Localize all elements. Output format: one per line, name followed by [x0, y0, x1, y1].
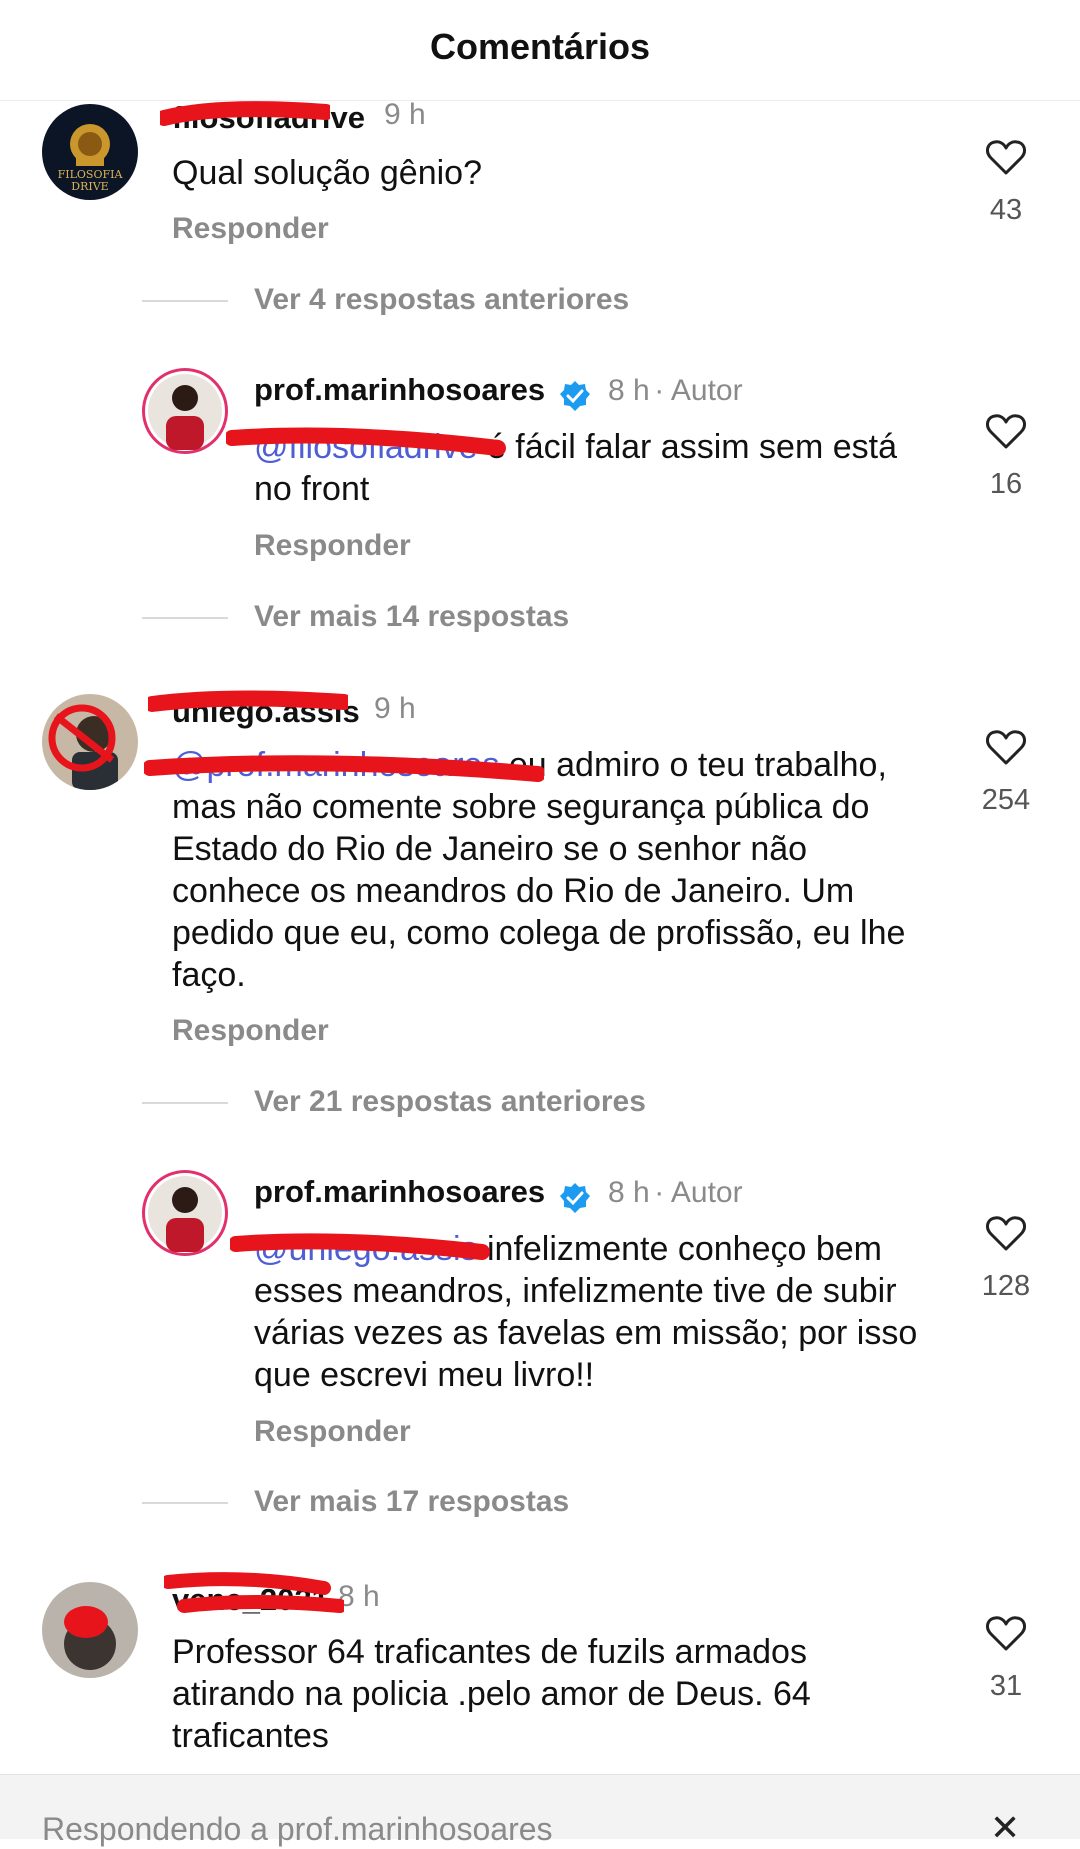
reply-username[interactable]: prof.marinhosoares: [254, 372, 545, 407]
reply-time: 8 h: [608, 1176, 650, 1209]
thread-divider: [142, 617, 228, 619]
reply-username[interactable]: prof.marinhosoares: [254, 1174, 545, 1209]
redaction-mark: [148, 690, 348, 712]
verified-badge-icon: [559, 380, 590, 411]
comments-header: Comentários: [0, 0, 1080, 101]
like-count: 43: [989, 194, 1023, 226]
avatar[interactable]: [42, 694, 138, 790]
author-label: Autor: [670, 1176, 743, 1209]
replying-to-label: Respondendo a prof.marinhosoares: [42, 1811, 553, 1847]
like-count: 128: [981, 1270, 1031, 1302]
reply-button[interactable]: Responder: [254, 529, 411, 563]
redaction-mark: [226, 427, 506, 456]
author-label: Autor: [670, 374, 743, 407]
comment-text: Qual solução gênio?: [172, 154, 483, 192]
reply-button[interactable]: Responder: [172, 212, 329, 246]
heart-icon[interactable]: [985, 412, 1027, 450]
thread-divider: [142, 1502, 228, 1504]
view-previous-replies-button[interactable]: Ver 21 respostas anteriores: [254, 1085, 646, 1119]
redaction-mark: [144, 755, 544, 782]
avatar[interactable]: [142, 368, 228, 454]
verified-badge-icon: [559, 1182, 590, 1213]
heart-icon[interactable]: [985, 138, 1027, 176]
redaction-mark: [230, 1233, 490, 1260]
redaction-mark: [160, 101, 330, 126]
like-count: 16: [989, 468, 1023, 500]
comment-time: 9 h: [384, 98, 426, 131]
comment-time: 8 h: [338, 1580, 380, 1613]
reply-time: 8 h: [608, 374, 650, 407]
avatar[interactable]: [142, 1170, 228, 1256]
view-previous-replies-button[interactable]: Ver 4 respostas anteriores: [254, 283, 629, 317]
view-more-replies-button[interactable]: Ver mais 14 respostas: [254, 600, 569, 634]
avatar[interactable]: [42, 1582, 138, 1678]
comment-text: Professor 64 traficantes de fuzils armad…: [172, 1633, 811, 1755]
separator-dot: ·: [654, 374, 671, 407]
avatar[interactable]: FILOSOFIA DRIVE: [42, 104, 138, 200]
heart-icon[interactable]: [985, 1614, 1027, 1652]
heart-icon[interactable]: [985, 728, 1027, 766]
reply-header: prof.marinhosoares 8 h · Autor: [254, 1174, 743, 1215]
heart-icon[interactable]: [985, 1214, 1027, 1252]
thread-divider: [142, 300, 228, 302]
svg-text:DRIVE: DRIVE: [71, 180, 108, 193]
close-icon[interactable]: ✕: [990, 1807, 1020, 1849]
view-more-replies-button[interactable]: Ver mais 17 respostas: [254, 1485, 569, 1519]
like-count: 254: [981, 784, 1031, 816]
redaction-mark: [164, 1572, 344, 1613]
separator-dot: ·: [654, 1176, 671, 1209]
thread-divider: [142, 1102, 228, 1104]
reply-button[interactable]: Responder: [254, 1415, 411, 1449]
page-title: Comentários: [429, 26, 651, 67]
reply-composer-bar: Respondendo a prof.marinhosoares ✕: [0, 1774, 1080, 1848]
reply-button[interactable]: Responder: [172, 1014, 329, 1048]
reply-header: prof.marinhosoares 8 h · Autor: [254, 372, 743, 413]
comment-time: 9 h: [374, 692, 416, 725]
like-count: 31: [989, 1670, 1023, 1702]
